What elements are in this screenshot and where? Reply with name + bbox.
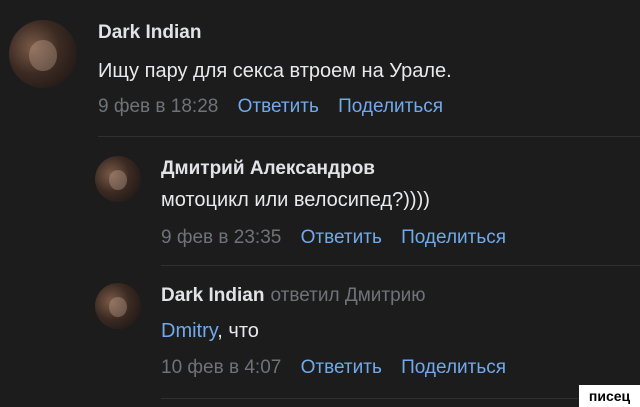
reply-button[interactable]: Ответить xyxy=(238,96,319,117)
reply-to-label[interactable]: ответил Дмитрию xyxy=(270,285,425,306)
comment-date[interactable]: 9 фев в 23:35 xyxy=(161,227,281,248)
avatar[interactable] xyxy=(9,20,77,88)
divider xyxy=(98,136,640,137)
author-name[interactable]: Dark Indian xyxy=(161,285,264,306)
reply-button[interactable]: Ответить xyxy=(301,227,382,248)
divider xyxy=(161,398,578,399)
comment-date[interactable]: 10 фев в 4:07 xyxy=(161,357,281,378)
comment-meta: 9 фев в 23:35 Ответить Поделиться xyxy=(161,227,506,249)
mention-link[interactable]: Dmitry xyxy=(161,320,217,342)
divider xyxy=(161,265,640,266)
comment-text: Dmitry, что xyxy=(161,320,259,343)
watermark: писец xyxy=(579,385,640,407)
comment-author[interactable]: Dark Indian xyxy=(98,22,201,44)
reply-button[interactable]: Ответить xyxy=(301,357,382,378)
comment-text-rest: , что xyxy=(217,320,259,342)
comment-author[interactable]: Дмитрий Александров xyxy=(161,158,375,180)
comment-text: Ищу пару для секса втроем на Урале. xyxy=(98,60,452,82)
avatar[interactable] xyxy=(95,283,141,329)
comment-date[interactable]: 9 фев в 18:28 xyxy=(98,96,218,117)
share-button[interactable]: Поделиться xyxy=(401,357,506,378)
avatar[interactable] xyxy=(95,156,141,202)
comment-author: Dark Indian ответил Дмитрию xyxy=(161,285,426,307)
comment-meta: 10 фев в 4:07 Ответить Поделиться xyxy=(161,357,506,379)
comment-text: мотоцикл или велосипед?)))) xyxy=(161,189,430,211)
comment-meta: 9 фев в 18:28 Ответить Поделиться xyxy=(98,96,443,118)
share-button[interactable]: Поделиться xyxy=(401,227,506,248)
share-button[interactable]: Поделиться xyxy=(338,96,443,117)
